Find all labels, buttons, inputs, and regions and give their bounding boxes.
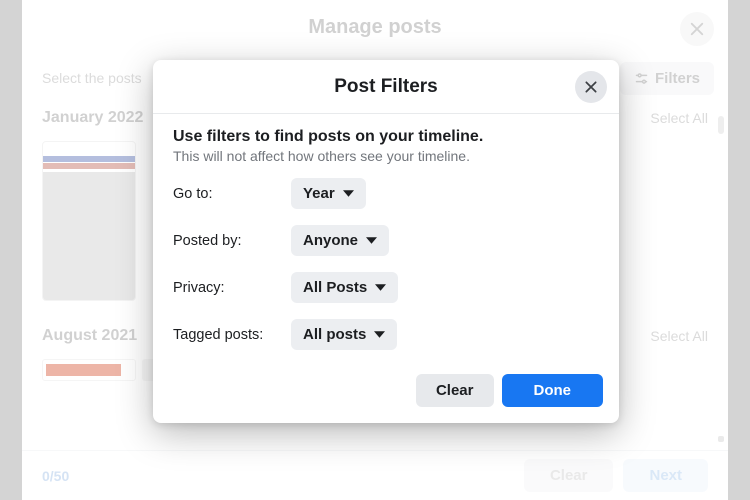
filter-label: Tagged posts: — [173, 327, 291, 343]
filter-label: Go to: — [173, 186, 291, 202]
dropdown-value: All posts — [303, 326, 366, 343]
filter-row-tagged: Tagged posts: All posts — [173, 319, 599, 350]
filter-row-posted-by: Posted by: Anyone — [173, 225, 599, 256]
dropdown-value: Anyone — [303, 232, 358, 249]
caret-down-icon — [374, 329, 385, 340]
caret-down-icon — [375, 282, 386, 293]
filter-label: Posted by: — [173, 233, 291, 249]
caret-down-icon — [343, 188, 354, 199]
caret-down-icon — [366, 235, 377, 246]
modal-footer: Clear Done — [153, 356, 619, 423]
close-icon — [583, 79, 599, 95]
go-to-dropdown[interactable]: Year — [291, 178, 366, 209]
filter-row-privacy: Privacy: All Posts — [173, 272, 599, 303]
modal-done-button[interactable]: Done — [502, 374, 604, 407]
modal-clear-button[interactable]: Clear — [416, 374, 494, 407]
modal-lead: Use filters to find posts on your timeli… — [173, 128, 599, 146]
tagged-posts-dropdown[interactable]: All posts — [291, 319, 397, 350]
dropdown-value: All Posts — [303, 279, 367, 296]
dropdown-value: Year — [303, 185, 335, 202]
post-filters-modal: Post Filters Use filters to find posts o… — [153, 60, 619, 423]
modal-title: Post Filters — [334, 76, 437, 98]
posted-by-dropdown[interactable]: Anyone — [291, 225, 389, 256]
privacy-dropdown[interactable]: All Posts — [291, 272, 398, 303]
filter-row-go-to: Go to: Year — [173, 178, 599, 209]
modal-body: Use filters to find posts on your timeli… — [153, 114, 619, 356]
filter-label: Privacy: — [173, 280, 291, 296]
modal-close-button[interactable] — [575, 71, 607, 103]
modal-header: Post Filters — [153, 60, 619, 114]
modal-subtext: This will not affect how others see your… — [173, 148, 599, 164]
